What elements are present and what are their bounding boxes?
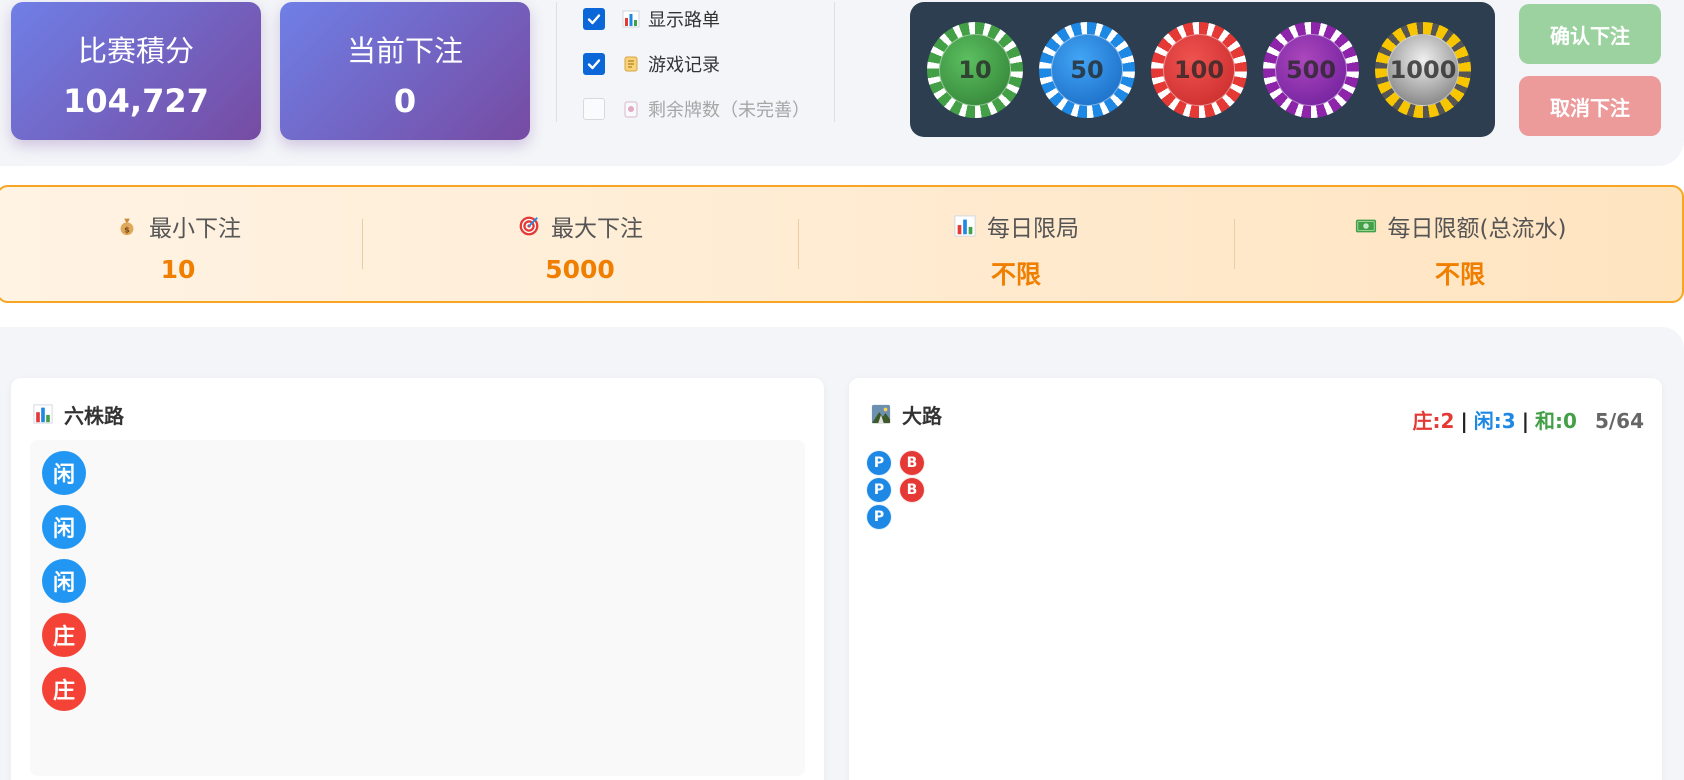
cards-icon	[622, 100, 640, 118]
divider	[834, 2, 835, 122]
scroll-icon	[622, 55, 640, 73]
limit-label: 最大下注	[551, 216, 643, 242]
chip-1000[interactable]: 1000	[1375, 22, 1471, 118]
checkbox-remaining-cards	[583, 98, 605, 120]
panel-title: 六株路	[33, 400, 124, 429]
current-bet-value: 0	[393, 82, 417, 120]
tie-count: 和:0	[1535, 409, 1577, 433]
road-map-icon	[871, 404, 893, 426]
big-road-stats: 庄:2 | 闲:3 | 和:0 5/64	[1412, 409, 1644, 433]
big-road-banker: B	[899, 450, 925, 476]
bead-banker: 庄	[42, 613, 86, 657]
limit-value: 不限	[990, 260, 1041, 289]
banker-count: 庄:2	[1412, 409, 1455, 433]
score-label: 比赛積分	[77, 34, 194, 68]
bead-road-panel: 六株路 闲 闲 闲 庄 庄	[11, 378, 824, 780]
bead-player: 闲	[42, 559, 86, 603]
banknote-icon	[1354, 214, 1378, 238]
current-bet-card: 当前下注 0	[280, 2, 530, 140]
option-game-record[interactable]: 游戏记录	[583, 51, 720, 77]
player-count: 闲:3	[1473, 409, 1516, 433]
option-label: 剩余牌数（未完善）	[648, 100, 810, 121]
limit-daily-amount: 每日限额(总流水) 不限	[1234, 187, 1684, 301]
checkbox-show-road[interactable]	[583, 8, 605, 30]
target-icon	[517, 214, 541, 238]
limits-bar: $ 最小下注 10 最大下注 5000 每日限局 不限 每日限额(总流水) 不限	[0, 185, 1684, 303]
bead-banker: 庄	[42, 667, 86, 711]
big-road-panel: 大路 庄:2 | 闲:3 | 和:0 5/64 P P P B B	[849, 378, 1662, 780]
cancel-bet-button[interactable]: 取消下注	[1519, 76, 1661, 136]
chip-50[interactable]: 50	[1039, 22, 1135, 118]
bar-chart-icon	[622, 10, 640, 28]
limit-min-bet: $ 最小下注 10	[0, 187, 358, 301]
big-road-player: P	[866, 477, 892, 503]
bead-road-title: 六株路	[64, 404, 124, 428]
current-bet-label: 当前下注	[346, 34, 463, 68]
option-remaining-cards: 剩余牌数（未完善）	[583, 96, 810, 122]
score-value: 104,727	[63, 82, 209, 120]
bead-player: 闲	[42, 451, 86, 495]
limit-max-bet: 最大下注 5000	[362, 187, 798, 301]
bar-chart-icon	[953, 214, 977, 238]
big-road-banker: B	[899, 477, 925, 503]
limit-label: 每日限额(总流水)	[1387, 216, 1567, 242]
money-bag-icon: $	[115, 214, 139, 238]
option-show-road[interactable]: 显示路单	[583, 6, 720, 32]
bar-chart-icon	[33, 403, 55, 426]
option-label: 显示路单	[648, 10, 720, 31]
confirm-bet-button[interactable]: 确认下注	[1519, 4, 1661, 64]
limit-label: 每日限局	[987, 216, 1079, 242]
limit-label: 最小下注	[149, 216, 241, 242]
limit-value: 10	[160, 255, 196, 284]
chip-500[interactable]: 500	[1263, 22, 1359, 118]
chip-10[interactable]: 10	[927, 22, 1023, 118]
bead-road-grid: 闲 闲 闲 庄 庄	[30, 440, 805, 776]
limit-value: 5000	[545, 255, 615, 284]
bead-player: 闲	[42, 505, 86, 549]
score-card: 比赛積分 104,727	[11, 2, 261, 140]
checkbox-game-record[interactable]	[583, 53, 605, 75]
big-road-player: P	[866, 450, 892, 476]
round-count: 5/64	[1594, 409, 1644, 433]
chip-panel: 10 50 100 500 1000	[910, 2, 1495, 137]
top-bar: 比赛積分 104,727 当前下注 0 显示路单 游戏记录 剩余牌数（未完善） …	[0, 0, 1684, 166]
svg-text:$: $	[124, 224, 130, 234]
big-road-title: 大路	[902, 404, 942, 428]
chip-100[interactable]: 100	[1151, 22, 1247, 118]
divider	[556, 2, 557, 122]
option-label: 游戏记录	[648, 55, 720, 76]
panel-title: 大路	[871, 400, 942, 429]
limit-value: 不限	[1434, 260, 1485, 289]
limit-daily-rounds: 每日限局 不限	[798, 187, 1234, 301]
big-road-player: P	[866, 504, 892, 530]
